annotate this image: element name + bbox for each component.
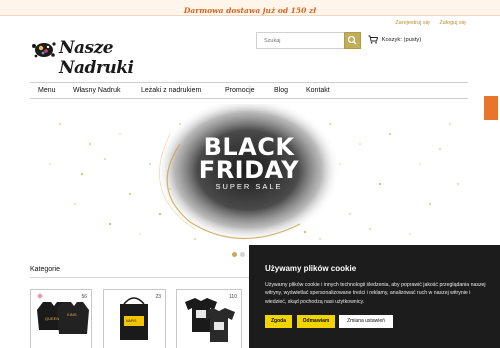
nav-item-blog[interactable]: Blog: [274, 87, 288, 94]
category-count: 110: [229, 294, 237, 300]
category-card-bags[interactable]: NAPIS 23: [103, 289, 166, 348]
banner-subtitle: SUPER SALE: [215, 182, 283, 191]
login-link[interactable]: Zaloguj się: [439, 20, 466, 26]
categories-heading: Kategorie: [30, 266, 60, 273]
svg-text:NAPIS: NAPIS: [126, 319, 137, 323]
svg-text:QUEEN: QUEEN: [45, 316, 59, 321]
cookie-title: Używamy plików cookie: [265, 264, 357, 273]
svg-text:KING: KING: [67, 312, 77, 317]
cookie-description: Używamy plików cookie i innych technolog…: [265, 282, 486, 305]
nav-item-custom-print[interactable]: Własny Nadruk: [73, 87, 120, 94]
logo-text: Nasze Nadruki: [59, 38, 134, 78]
account-links: Zarejestruj się Zaloguj się: [387, 20, 466, 26]
side-tab[interactable]: [484, 96, 498, 120]
promo-text: Darmowa dostawa już od 150 zł: [183, 6, 317, 15]
paint-splat-icon: [32, 42, 56, 58]
search-button[interactable]: [344, 32, 361, 49]
cookie-accept-button[interactable]: Zgoda: [265, 315, 292, 328]
register-link[interactable]: Zarejestruj się: [395, 20, 430, 26]
cookie-consent-dialog: Używamy plików cookie Używamy plików coo…: [249, 245, 500, 348]
category-count: 56: [81, 294, 87, 300]
cart-icon: [368, 35, 379, 44]
nav-item-deckchairs[interactable]: Leżaki z nadrukiem: [141, 87, 201, 94]
cart-label: Koszyk:: [381, 37, 402, 44]
nav-item-contact[interactable]: Kontakt: [306, 87, 330, 94]
nav-item-menu[interactable]: Menu: [38, 87, 56, 94]
slider-dot-1[interactable]: [232, 252, 237, 257]
search-input[interactable]: [257, 33, 343, 48]
category-card-tshirts[interactable]: 110: [176, 289, 242, 348]
main-navigation: Menu Własny Nadruk Leżaki z nadrukiem Pr…: [30, 82, 468, 99]
banner-title-line2: FRIDAY: [198, 156, 300, 184]
search-icon: [347, 35, 357, 45]
slider-dots: [232, 244, 248, 262]
category-count: 23: [155, 294, 161, 300]
slider-dot-2[interactable]: [240, 252, 245, 257]
search-box: [256, 32, 361, 49]
site-logo[interactable]: Nasze Nadruki: [31, 38, 181, 78]
black-friday-banner[interactable]: BLACK FRIDAY SUPER SALE: [30, 104, 468, 251]
nav-item-promotions[interactable]: Promocje: [225, 87, 255, 94]
category-card-hoodies[interactable]: QUEEN KING 56: [30, 289, 92, 348]
promo-bar: Darmowa dostawa już od 150 zł: [0, 0, 500, 16]
cart-status: (pusty): [403, 37, 422, 44]
cookie-reject-button[interactable]: Odmawiam: [297, 315, 335, 328]
cookie-settings-button[interactable]: Zmiana ustawień: [339, 315, 393, 328]
cart-summary[interactable]: Koszyk: (pusty): [368, 35, 421, 44]
